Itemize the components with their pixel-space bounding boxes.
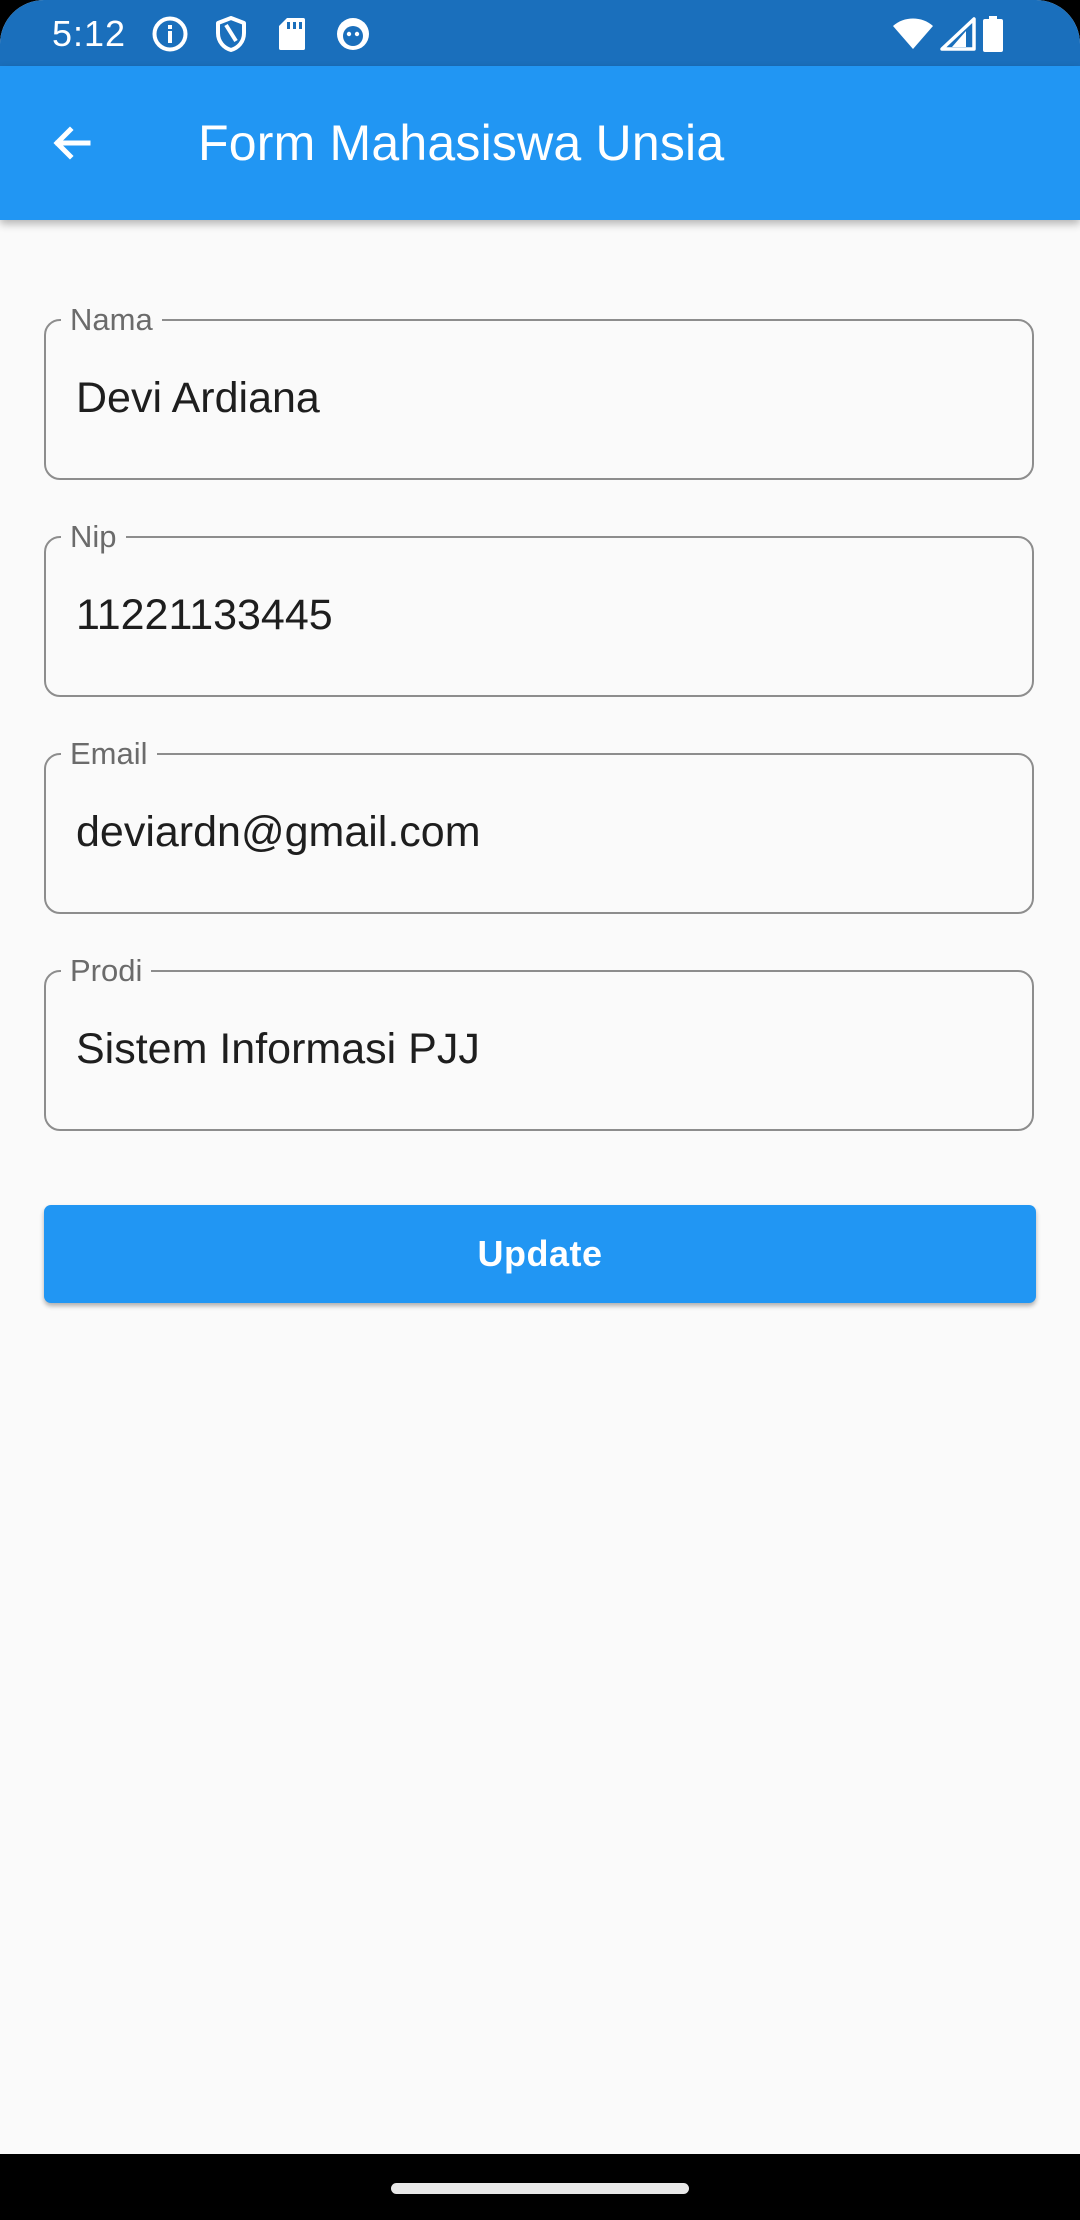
nip-field: Nip bbox=[44, 519, 1034, 697]
wifi-icon bbox=[892, 14, 934, 54]
status-bar: 5:12 bbox=[0, 0, 1080, 66]
nama-input[interactable] bbox=[76, 368, 996, 428]
battery-icon bbox=[982, 14, 1004, 54]
page-title: Form Mahasiswa Unsia bbox=[198, 115, 725, 171]
status-time: 5:12 bbox=[52, 13, 127, 54]
app-screen: 5:12 Form Mahasiswa Unsia Nama Devi Ardi… bbox=[0, 0, 1080, 2220]
cell-signal-icon bbox=[940, 14, 976, 54]
back-button[interactable] bbox=[36, 107, 108, 179]
navigation-bar bbox=[0, 2154, 1080, 2220]
prodi-input[interactable] bbox=[76, 1019, 996, 1079]
email-input[interactable] bbox=[76, 802, 996, 862]
email-field-label: Email bbox=[70, 736, 148, 771]
prodi-field-label: Prodi bbox=[70, 953, 143, 988]
nama-field-label: Nama bbox=[70, 302, 153, 337]
app-bar: Form Mahasiswa Unsia bbox=[0, 66, 1080, 220]
home-gesture-handle[interactable] bbox=[391, 2183, 689, 2194]
notification-icons bbox=[150, 14, 394, 54]
sd-card-icon bbox=[272, 14, 312, 54]
arrow-back-icon bbox=[53, 126, 91, 160]
form-content: Nama Nip Email Prodi Update bbox=[0, 220, 1080, 2153]
nip-input[interactable] bbox=[76, 585, 996, 645]
email-field: Email bbox=[44, 736, 1034, 914]
nip-field-label: Nip bbox=[70, 519, 117, 554]
shield-icon bbox=[211, 14, 251, 54]
android-debug-icon bbox=[333, 14, 373, 54]
update-button[interactable]: Update bbox=[44, 1205, 1036, 1303]
system-icons bbox=[886, 14, 1004, 54]
info-icon bbox=[150, 14, 190, 54]
nama-field: Nama bbox=[44, 302, 1034, 480]
prodi-field: Prodi bbox=[44, 953, 1034, 1131]
